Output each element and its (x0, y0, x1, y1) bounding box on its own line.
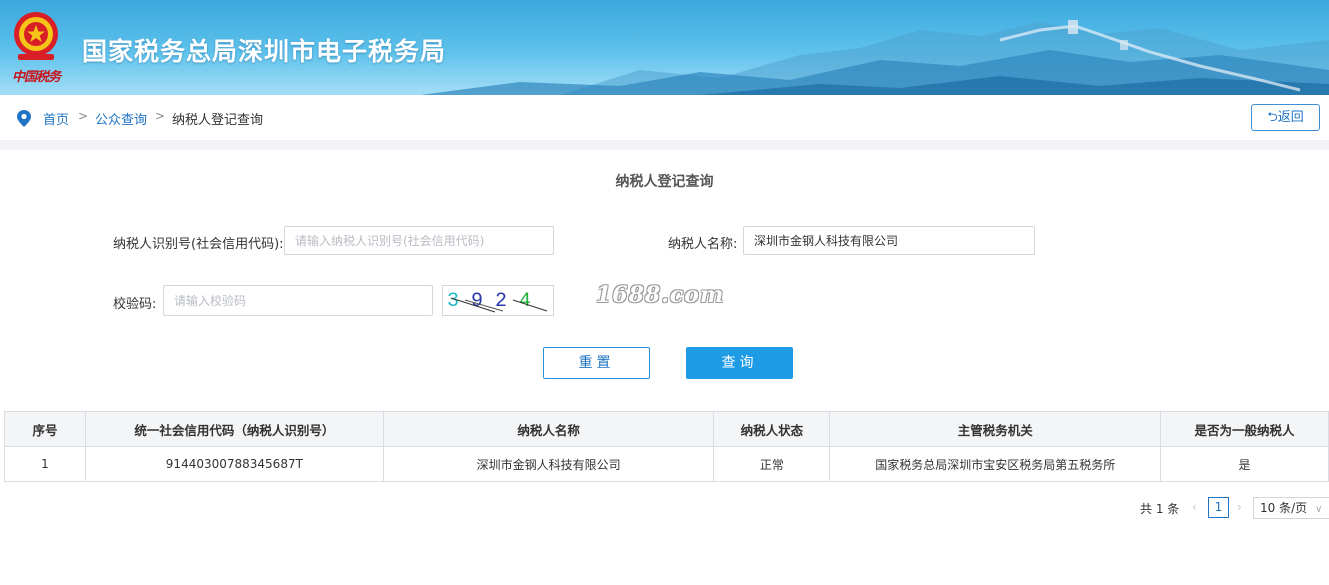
column-header: 主管税务机关 (829, 411, 1162, 447)
breadcrumb-public-query[interactable]: 公众查询 (95, 109, 147, 128)
taxpayer-name-label: 纳税人名称: (668, 237, 738, 252)
taxpayer-id-label: 纳税人识别号(社会信用代码): (113, 237, 284, 252)
captcha-char: 4 (519, 290, 531, 313)
captcha-char: 9 (471, 290, 483, 313)
tax-authority-cell: 国家税务总局深圳市宝安区税务局第五税务所 (829, 446, 1162, 482)
query-panel (4, 150, 1329, 585)
page-number-button[interactable]: 1 (1208, 497, 1229, 518)
location-pin-icon (17, 110, 31, 127)
results-table: 序号 统一社会信用代码（纳税人识别号） 纳税人名称 纳税人状态 主管税务机关 是… (4, 411, 1329, 482)
column-header: 是否为一般纳税人 (1160, 411, 1329, 447)
general-taxpayer-cell: 是 (1160, 446, 1329, 482)
header-banner: 中国税务 国家税务总局深圳市电子税务局 (0, 0, 1329, 95)
page-size-select[interactable]: 10 条/页 ∨ (1253, 497, 1329, 519)
credit-code-cell: 91440300788345687T (84, 446, 384, 482)
section-divider (0, 141, 1329, 150)
captcha-label: 校验码: (113, 297, 157, 312)
prev-page-icon[interactable]: ‹ (1192, 500, 1197, 522)
column-header: 纳税人名称 (382, 411, 715, 447)
taxpayer-name-cell: 深圳市金钢人科技有限公司 (382, 446, 715, 482)
captcha-char: 3 (447, 290, 459, 313)
column-header: 序号 (4, 411, 86, 447)
page-size-label: 10 条/页 (1260, 501, 1308, 515)
captcha-image[interactable]: 3 9 2 4 (442, 285, 554, 316)
breadcrumb-current: 纳税人登记查询 (172, 113, 264, 128)
captcha-input[interactable] (163, 285, 433, 316)
status-cell: 正常 (713, 446, 831, 482)
back-button[interactable]: ⮌返回 (1251, 104, 1320, 131)
tax-emblem-icon (14, 12, 58, 60)
table-row: 1 91440300788345687T 深圳市金钢人科技有限公司 正常 国家税… (4, 446, 1329, 482)
breadcrumb-separator: > (155, 109, 166, 123)
breadcrumb-home[interactable]: 首页 (43, 109, 69, 128)
breadcrumb-separator: > (78, 109, 89, 123)
pagination-total: 共 1 条 (1140, 502, 1180, 516)
form-title: 纳税人登记查询 (615, 174, 714, 190)
row-index: 1 (4, 446, 86, 482)
query-button[interactable]: 查询 (686, 347, 793, 379)
watermark-text: 1688.com (596, 282, 725, 308)
column-header: 统一社会信用代码（纳税人识别号） (84, 411, 384, 447)
emblem-caption: 中国税务 (12, 70, 61, 85)
taxpayer-name-input[interactable] (743, 226, 1035, 255)
table-header-row: 序号 统一社会信用代码（纳税人识别号） 纳税人名称 纳税人状态 主管税务机关 是… (4, 411, 1329, 447)
breadcrumb: 首页 > 公众查询 > 纳税人登记查询 (0, 95, 1329, 141)
reset-button[interactable]: 重置 (543, 347, 650, 379)
column-header: 纳税人状态 (713, 411, 831, 447)
next-page-icon[interactable]: › (1237, 500, 1242, 522)
chevron-down-icon: ∨ (1314, 504, 1323, 515)
taxpayer-id-input[interactable] (284, 226, 554, 255)
site-title: 国家税务总局深圳市电子税务局 (82, 37, 447, 66)
